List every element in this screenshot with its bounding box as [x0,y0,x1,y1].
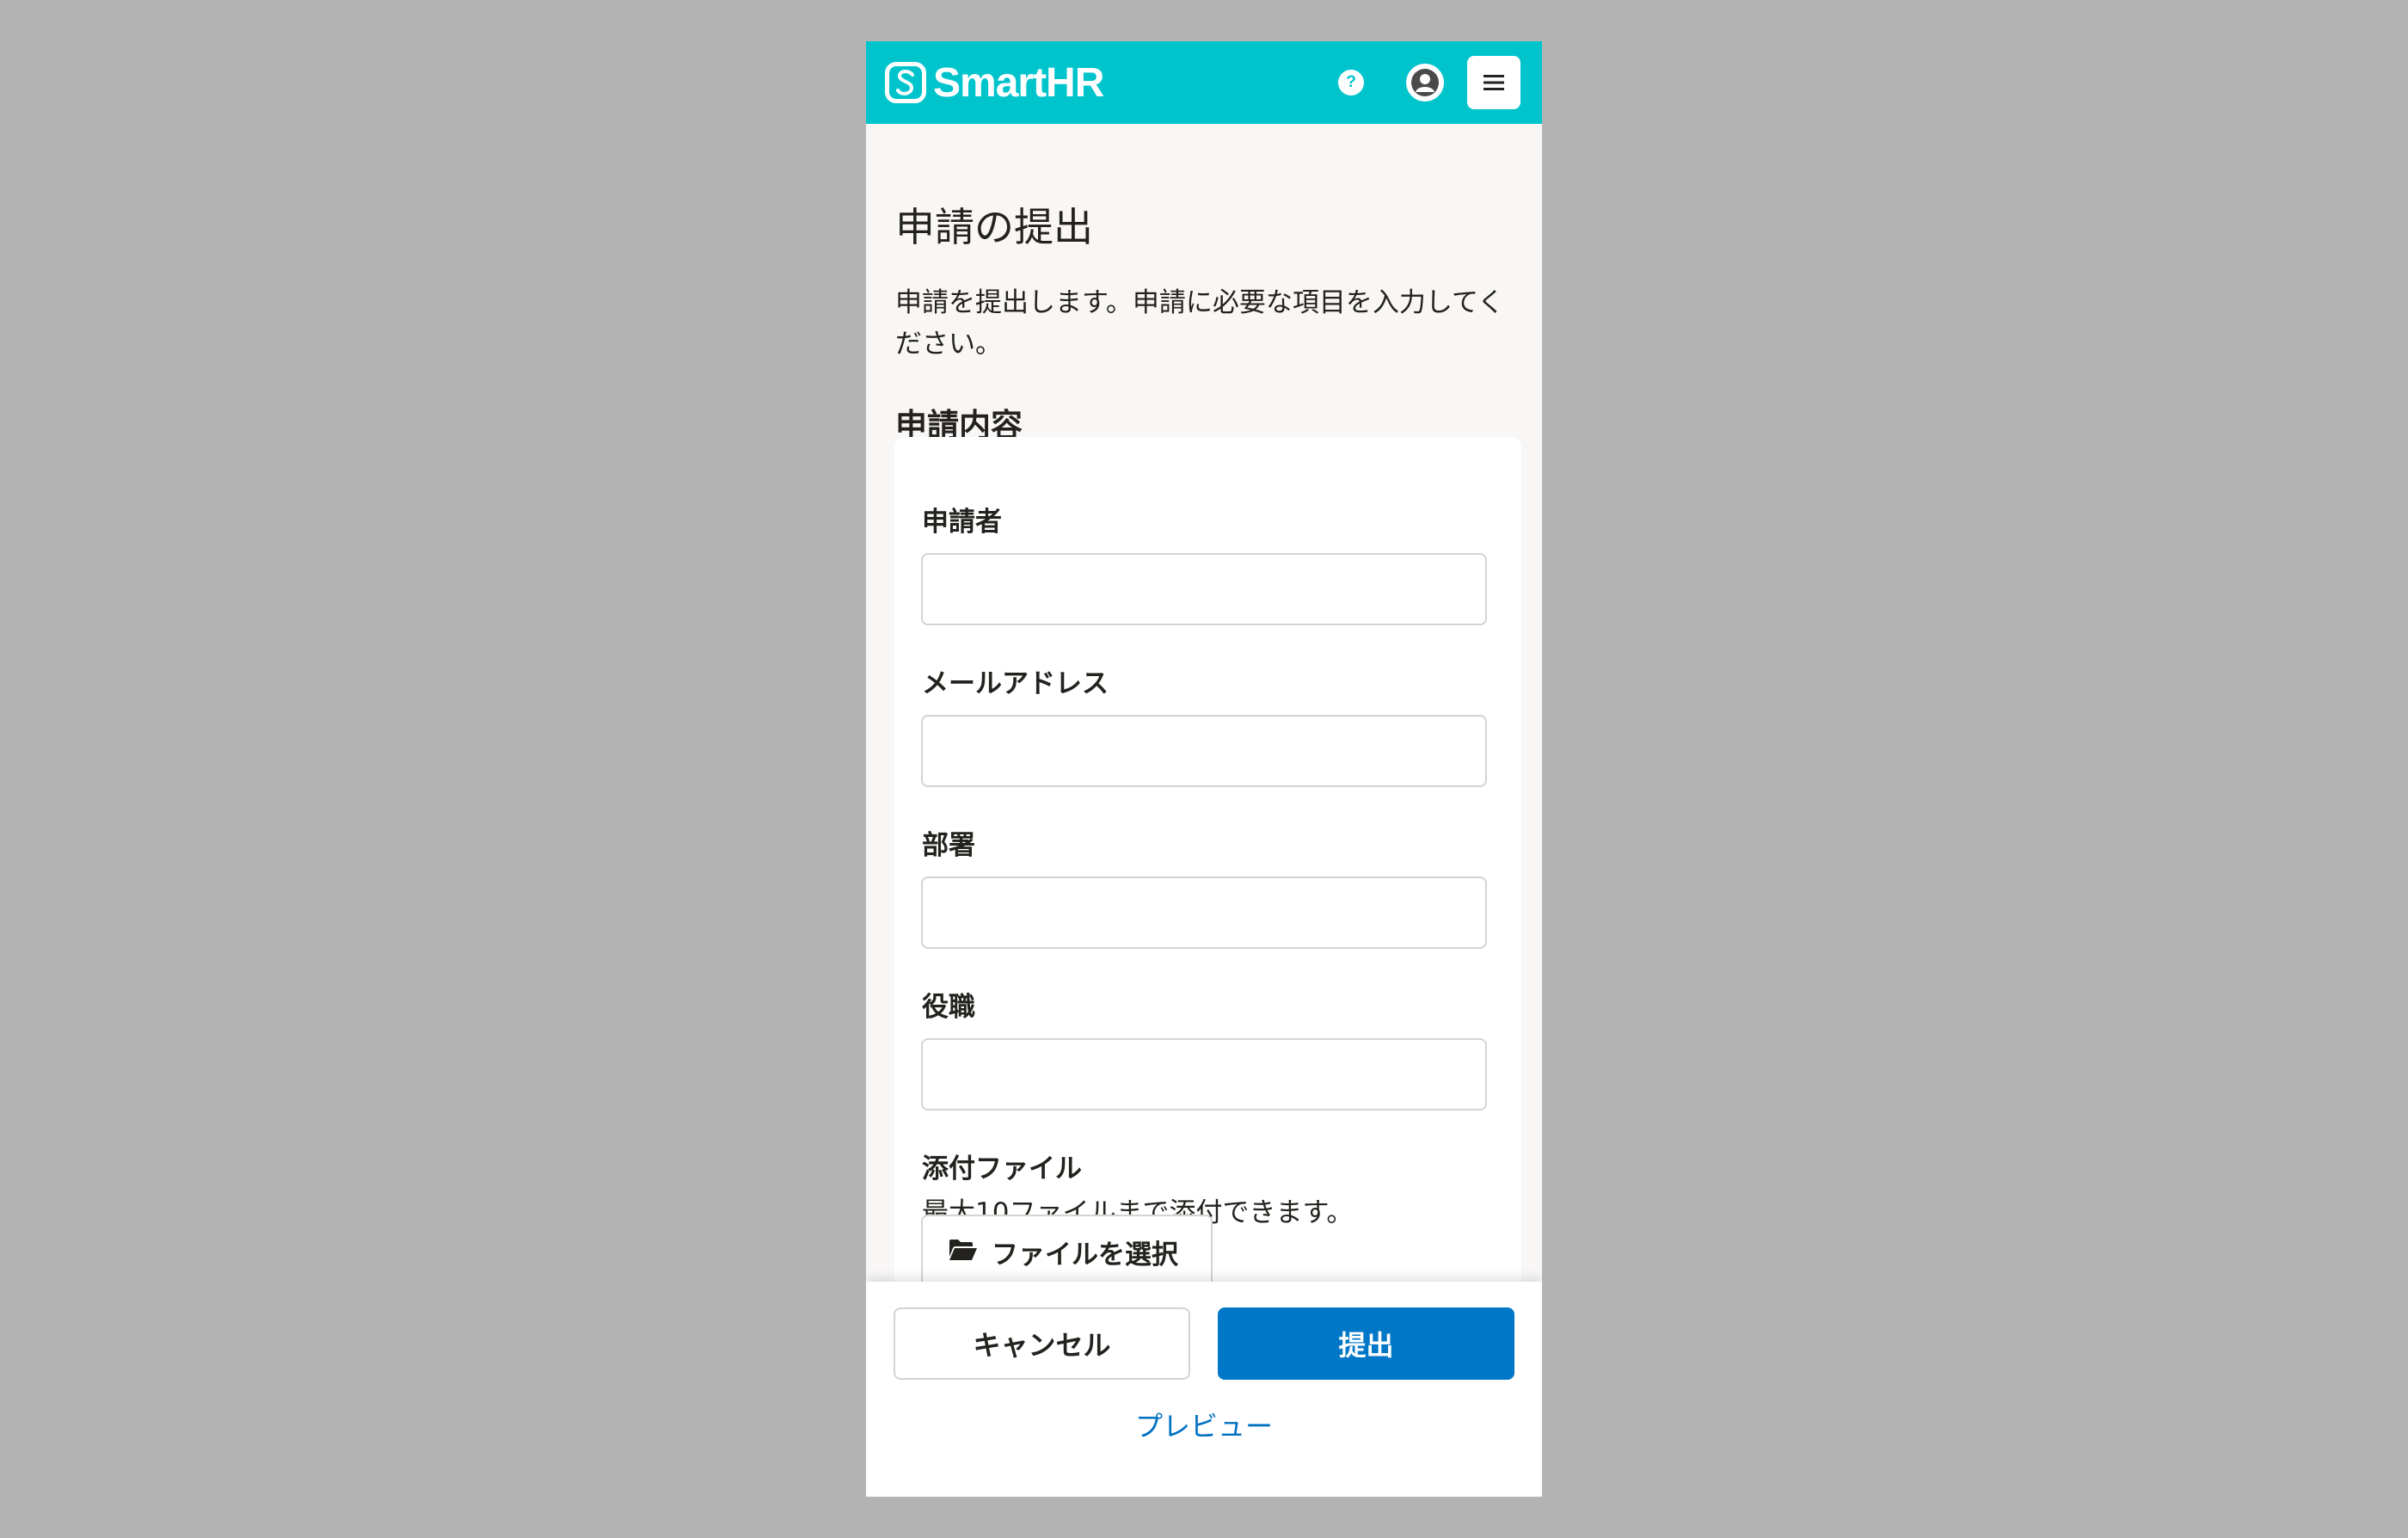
logo-text: SmartHR [933,59,1104,106]
smarthr-logo-icon [885,62,926,103]
position-label: 役職 [922,992,975,1023]
smarthr-logo[interactable]: SmartHR [885,59,1104,106]
department-input[interactable] [921,877,1487,949]
mobile-viewport: SmartHR ? 申請の提出 申請を提出します。申請に必要な項目を入力してくだ… [866,41,1542,1497]
app-header: SmartHR ? [866,41,1542,124]
applicant-label: 申請者 [922,507,1002,538]
email-label: メールアドレス [922,668,1109,699]
page-title: 申請の提出 [895,204,1093,250]
position-input[interactable] [921,1038,1487,1110]
select-file-button[interactable]: ファイルを選択 [921,1215,1213,1289]
help-icon[interactable]: ? [1338,70,1364,95]
attachment-label: 添付ファイル [922,1154,1082,1184]
department-label: 部署 [922,830,975,861]
account-icon[interactable] [1406,64,1444,102]
folder-open-icon [949,1238,978,1265]
hamburger-menu-icon[interactable] [1467,56,1520,109]
applicant-input[interactable] [921,553,1487,625]
page-description: 申請を提出します。申請に必要な項目を入力してください。 [895,287,1505,360]
preview-link[interactable]: プレビュー [866,1405,1542,1444]
select-file-button-label: ファイルを選択 [992,1239,1178,1270]
cancel-button[interactable]: キャンセル [894,1307,1190,1380]
email-input[interactable] [921,715,1487,787]
action-footer: キャンセル 提出 プレビュー [866,1282,1542,1497]
submit-button[interactable]: 提出 [1218,1307,1514,1380]
